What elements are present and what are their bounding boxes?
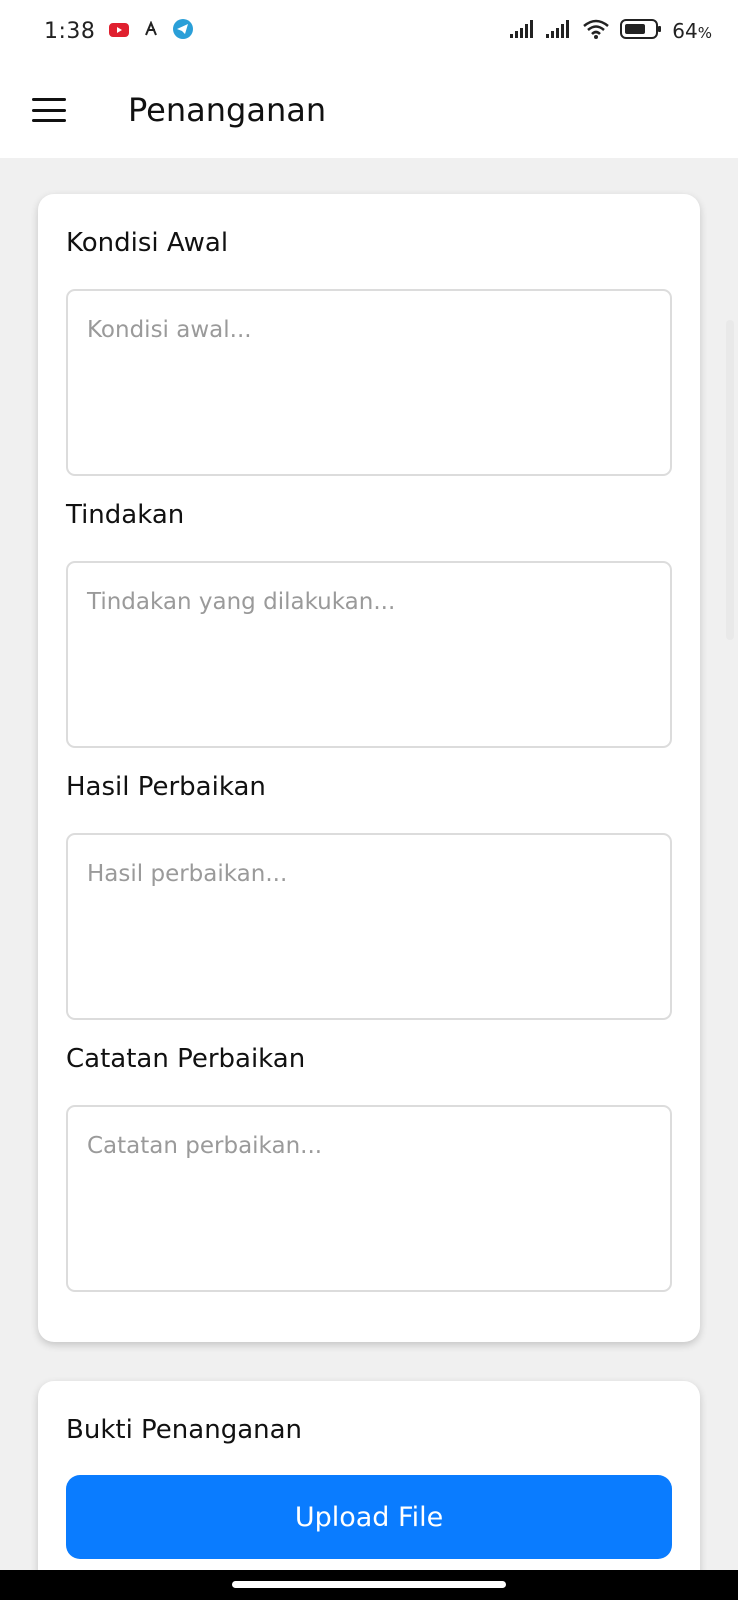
battery-icon — [620, 18, 662, 44]
hasil-perbaikan-input[interactable] — [66, 833, 672, 1020]
status-left: 1:38 — [44, 18, 194, 44]
home-indicator[interactable] — [232, 1581, 506, 1588]
battery-value: 64 — [672, 19, 698, 43]
page-title: Penanganan — [128, 91, 327, 129]
system-nav-bar — [0, 1570, 738, 1600]
wifi-icon — [582, 18, 610, 44]
hamburger-menu-icon[interactable] — [32, 98, 66, 122]
app-notification-icon — [143, 20, 159, 41]
scroll-indicator — [726, 320, 734, 640]
telegram-icon — [173, 19, 194, 43]
bukti-card: Bukti Penanganan Upload File — [38, 1381, 700, 1600]
tindakan-input[interactable] — [66, 561, 672, 748]
youtube-icon — [109, 22, 130, 41]
battery-unit: % — [697, 24, 712, 42]
catatan-perbaikan-label: Catatan Perbaikan — [66, 1044, 306, 1074]
catatan-perbaikan-input[interactable] — [66, 1105, 672, 1292]
status-right: 64% — [510, 18, 712, 44]
signal-icon — [546, 20, 572, 42]
form-card: Kondisi Awal Tindakan Hasil Perbaikan Ca… — [38, 194, 700, 1342]
upload-file-button[interactable]: Upload File — [66, 1475, 672, 1559]
bukti-penanganan-label: Bukti Penanganan — [66, 1415, 303, 1445]
battery-percentage: 64% — [672, 19, 712, 43]
kondisi-awal-input[interactable] — [66, 289, 672, 476]
hasil-perbaikan-label: Hasil Perbaikan — [66, 772, 266, 802]
status-bar: 1:38 64% — [0, 0, 738, 62]
kondisi-awal-label: Kondisi Awal — [66, 228, 229, 258]
tindakan-label: Tindakan — [66, 500, 185, 530]
app-bar: Penanganan — [0, 62, 738, 158]
status-time: 1:38 — [44, 18, 96, 44]
signal-icon — [510, 20, 536, 42]
